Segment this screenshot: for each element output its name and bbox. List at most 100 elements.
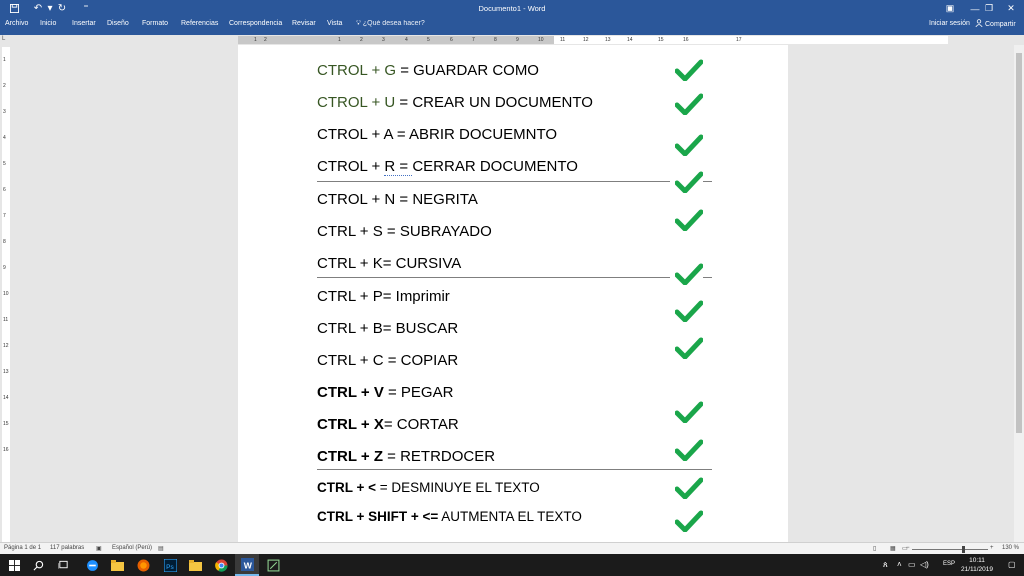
ruler-number: 10 <box>538 37 544 43</box>
ribbon-tabs: Archivo Inicio Insertar Diseño Formato R… <box>0 17 1024 32</box>
vertical-ruler-number: 13 <box>3 369 9 375</box>
vertical-ruler-number: 12 <box>3 343 9 349</box>
volume-icon[interactable]: ◁) <box>920 560 929 569</box>
document-line[interactable]: CTRL + SHIFT + <= AUTMENTA EL TEXTO <box>317 509 582 524</box>
checkmark-icon <box>675 300 703 322</box>
notifications-icon[interactable]: ▢ <box>1008 560 1016 569</box>
vertical-ruler-number: 7 <box>3 213 6 219</box>
shortcut-key: CTROL + R <box>317 158 400 175</box>
document-line[interactable]: CTRL + X= CORTAR <box>317 416 459 433</box>
vertical-ruler-number: 1 <box>3 57 6 63</box>
tab-correspondencia[interactable]: Correspondencia <box>229 20 282 27</box>
shortcut-key: CTROL + G <box>317 62 397 79</box>
shortcut-description: = Imprimir <box>382 288 450 305</box>
chrome-icon[interactable] <box>209 554 233 576</box>
ruler-number: 1 <box>254 37 257 43</box>
vertical-ruler-number: 15 <box>3 421 9 427</box>
vertical-ruler[interactable]: 1 2 3 4 5 6 7 8 9 10 11 12 13 14 15 16 <box>2 47 10 542</box>
sign-in-link[interactable]: Iniciar sesión <box>929 20 970 27</box>
vertical-ruler-number: 4 <box>3 135 6 141</box>
page-count[interactable]: Página 1 de 1 <box>4 545 41 551</box>
tell-me-label: ¿Qué desea hacer? <box>362 20 425 27</box>
close-icon[interactable]: ✕ <box>996 0 1024 17</box>
spelling-underline <box>384 174 412 176</box>
vertical-scrollbar[interactable] <box>1014 45 1024 542</box>
shortcut-description: = ABRIR DOCUEMNTO <box>392 126 558 143</box>
vertical-ruler-number: 6 <box>3 187 6 193</box>
print-layout-icon[interactable]: ▦ <box>890 545 896 552</box>
folder-icon[interactable] <box>183 554 207 576</box>
shortcut-description: = RETRDOCER <box>382 448 496 465</box>
word-count[interactable]: 117 palabras <box>50 545 84 551</box>
zoom-out-button[interactable]: − <box>906 545 910 551</box>
document-line[interactable]: CTRL + K= CURSIVA <box>317 255 461 272</box>
tab-formato[interactable]: Formato <box>142 20 168 27</box>
tab-selector-icon[interactable]: L <box>2 36 10 44</box>
document-line[interactable]: CTRL + S = SUBRAYADO <box>317 223 492 240</box>
document-line[interactable]: CTRL + P= Imprimir <box>317 288 450 305</box>
tab-inicio[interactable]: Inicio <box>40 20 56 27</box>
zoom-slider[interactable] <box>912 549 988 550</box>
word-taskbar-icon[interactable]: W <box>235 554 259 576</box>
read-mode-icon[interactable]: ▯ <box>873 545 876 552</box>
shortcut-description: AUTMENTA EL TEXTO <box>438 509 582 524</box>
zoom-slider-thumb[interactable] <box>962 546 965 553</box>
tab-insertar[interactable]: Insertar <box>72 20 96 27</box>
network-icon[interactable]: ▭ <box>908 560 916 569</box>
document-line[interactable]: CTROL + G = GUARDAR COMO <box>317 62 539 79</box>
tab-archivo[interactable]: Archivo <box>5 20 28 27</box>
shortcut-description: = NEGRITA <box>395 191 478 208</box>
people-icon[interactable]: ጰ <box>883 560 888 570</box>
share-button[interactable]: Compartir <box>975 19 1016 29</box>
snipping-tool-icon[interactable] <box>261 554 285 576</box>
document-line[interactable]: CTROL + A = ABRIR DOCUEMNTO <box>317 126 557 143</box>
tab-diseno[interactable]: Diseño <box>107 20 129 27</box>
vertical-ruler-number: 16 <box>3 447 9 453</box>
language-indicator[interactable]: Español (Perú) <box>112 545 152 551</box>
checkmark-icon <box>675 337 703 359</box>
photoshop-icon[interactable]: Ps <box>158 554 182 576</box>
document-line[interactable]: CTRL + Z = RETRDOCER <box>317 448 495 465</box>
vertical-ruler-number: 10 <box>3 291 9 297</box>
title-bar: ↶ ▾ ↻ ⁼ Documento1 - Word ▣ — ❐ ✕ <box>0 0 1024 17</box>
document-line[interactable]: CTRL + B= BUSCAR <box>317 320 458 337</box>
checkmark-icon <box>675 93 703 115</box>
search-icon[interactable] <box>26 554 50 576</box>
task-view-icon[interactable] <box>51 554 75 576</box>
vertical-ruler-number: 8 <box>3 239 6 245</box>
clock[interactable]: 10:11 21/11/2019 <box>954 556 1000 574</box>
tab-revisar[interactable]: Revisar <box>292 20 316 27</box>
shortcut-key: CTRL + C <box>317 352 384 369</box>
zoom-level[interactable]: 130 % <box>1002 545 1019 551</box>
tab-referencias[interactable]: Referencias <box>181 20 218 27</box>
shortcut-key: CTROL + U <box>317 94 396 111</box>
tab-vista[interactable]: Vista <box>327 20 342 27</box>
edge-browser-icon[interactable] <box>80 554 104 576</box>
ruler-number: 4 <box>405 37 408 43</box>
document-line[interactable]: CTROL + N = NEGRITA <box>317 191 478 208</box>
horizontal-ruler[interactable]: L 1 2 1 2 3 4 5 6 7 8 9 10 11 12 13 14 15 16 17 <box>0 35 1024 45</box>
tell-me-search[interactable]: 💡︎ ¿Qué desea hacer? <box>356 20 425 28</box>
person-icon <box>975 19 983 29</box>
macro-recording-icon[interactable]: ▤ <box>158 545 164 552</box>
vertical-ruler-number: 3 <box>3 109 6 115</box>
vertical-ruler-number: 2 <box>3 83 6 89</box>
ruler-number: 12 <box>583 37 589 43</box>
document-line[interactable]: CTROL + U = CREAR UN DOCUMENTO <box>317 94 593 111</box>
proofing-icon[interactable]: ▣ <box>96 545 102 552</box>
document-line[interactable]: CTRL + V = PEGAR <box>317 384 453 401</box>
document-line[interactable]: CTRL + C = COPIAR <box>317 352 458 369</box>
shortcut-key: CTRL + SHIFT + <= <box>317 509 439 524</box>
checkmark-icon <box>675 510 703 532</box>
document-line[interactable]: CTROL + R = CERRAR DOCUMENTO <box>317 158 578 175</box>
checkmark-icon <box>675 439 703 461</box>
document-line[interactable]: CTRL + < = DESMINUYE EL TEXTO <box>317 480 540 495</box>
document-page[interactable]: CTROL + G = GUARDAR COMO CTROL + U = CREA… <box>238 45 788 542</box>
windows-start-icon[interactable] <box>2 554 26 576</box>
scrollbar-thumb[interactable] <box>1016 53 1022 433</box>
firefox-icon[interactable] <box>131 554 155 576</box>
shortcut-key: CTRL + X <box>317 416 384 433</box>
zoom-in-button[interactable]: + <box>990 545 994 551</box>
tray-chevron-icon[interactable]: ˄ <box>897 560 902 569</box>
file-explorer-icon[interactable] <box>105 554 129 576</box>
